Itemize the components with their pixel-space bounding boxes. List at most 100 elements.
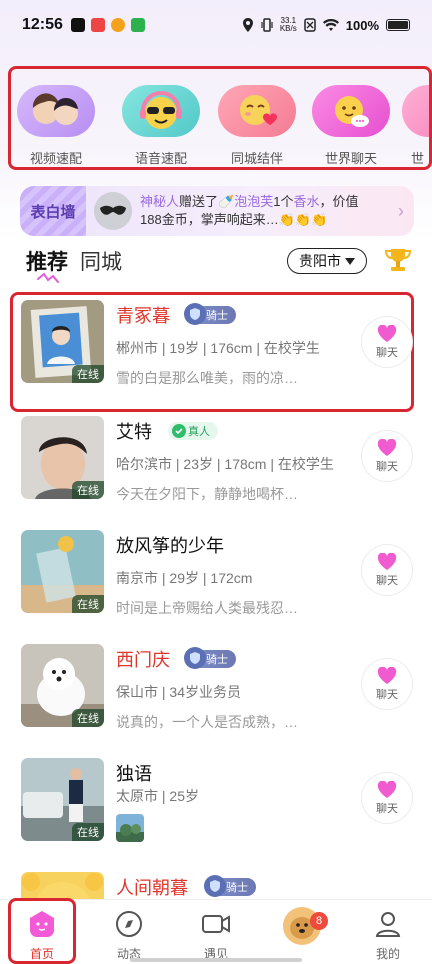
user-info: 郴州市 | 19岁 | 176cm | 在校学生 xyxy=(116,340,320,356)
speed-unit: KB/s xyxy=(279,24,297,33)
heart-icon xyxy=(377,324,397,342)
user-photo[interactable]: 在线 xyxy=(21,758,104,841)
quick-label: 语音速配 xyxy=(134,151,187,166)
tab-local[interactable]: 同城 xyxy=(80,246,122,276)
user-signature: 说真的，一个人是否成熟，… xyxy=(116,714,298,730)
knight-badge: 骑士 xyxy=(184,303,236,325)
chat-button[interactable]: 聊天 xyxy=(361,658,413,710)
home-indicator[interactable] xyxy=(130,958,302,962)
knight-icon xyxy=(204,875,226,897)
nav-home-highlight xyxy=(8,898,76,964)
online-badge: 在线 xyxy=(72,709,104,727)
user-photo[interactable]: 在线 xyxy=(21,644,104,727)
knight-badge: 骑士 xyxy=(184,647,236,669)
banner-message: 神秘人赠送了🍼泡泡芙1个香水，价值 188金币，掌声响起来…👏👏👏 xyxy=(140,193,390,229)
user-card[interactable]: 在线 独语 太原市 | 25岁 聊天 xyxy=(0,758,432,868)
nav-profile[interactable]: 我的 xyxy=(358,910,418,962)
user-photo[interactable] xyxy=(21,872,104,900)
chat-label: 聊天 xyxy=(376,688,398,701)
user-info: 保山市 | 34岁业务员 xyxy=(116,684,241,700)
notification-icons xyxy=(70,18,145,32)
quick-world-chat[interactable]: 世界聊天 xyxy=(311,85,391,167)
chat-label: 聊天 xyxy=(376,346,398,359)
quick-voice-match[interactable]: 语音速配 xyxy=(121,85,201,167)
tiktok-icon xyxy=(70,18,85,32)
confession-wall-banner[interactable]: 表白墙 神秘人赠送了🍼泡泡芙1个香水，价值 188金币，掌声响起来…👏👏👏 › xyxy=(20,186,414,236)
quick-video-match[interactable]: 视频速配 xyxy=(16,85,96,167)
user-card[interactable]: 在线 西门庆 骑士 保山市 | 34岁业务员 说真的，一个人是否成熟，… 聊天 xyxy=(0,644,432,754)
profile-icon xyxy=(375,912,401,937)
nav-match-avatar[interactable]: 8 xyxy=(272,902,332,949)
banner-text-3: ，价值 xyxy=(319,194,359,209)
user-photo[interactable]: 在线 xyxy=(21,416,104,499)
notification-count-badge: 8 xyxy=(310,912,328,930)
heart-icon xyxy=(377,552,397,570)
user-name: 西门庆 xyxy=(116,650,170,670)
nav-label: 我的 xyxy=(375,947,400,961)
heart-icon xyxy=(377,666,397,684)
status-bar: 12:56 33.1 KB/s 100% xyxy=(0,0,432,50)
user-info: 哈尔滨市 | 23岁 | 178cm | 在校学生 xyxy=(116,456,334,472)
quick-label: 世 xyxy=(411,151,425,166)
user-name: 青冢暮 xyxy=(116,306,170,326)
banner-gift-2: 香水 xyxy=(293,194,320,209)
battery-percent: 100% xyxy=(345,17,379,33)
nav-moments[interactable]: 动态 xyxy=(99,910,159,962)
verified-icon xyxy=(172,424,186,438)
badge-label: 骑士 xyxy=(206,654,228,666)
confession-wall-tag: 表白墙 xyxy=(20,186,86,236)
heart-icon xyxy=(377,438,397,456)
user-card[interactable]: 人间朝暮 骑士 xyxy=(0,872,432,900)
status-right-icons: 33.1 KB/s 100% xyxy=(242,17,410,33)
chat-button[interactable]: 聊天 xyxy=(361,544,413,596)
network-speed: 33.1 KB/s xyxy=(280,17,297,33)
gift-icon: 🍼 xyxy=(218,194,235,209)
chevron-right-icon: › xyxy=(398,200,404,221)
badge-label: 骑士 xyxy=(206,310,228,322)
quick-entries: 视频速配 语音速配 同城结伴 世界聊天 世 xyxy=(8,66,432,170)
active-tab-indicator-icon xyxy=(37,272,59,283)
city-selector[interactable]: 贵阳市 xyxy=(287,248,367,274)
banner-line-2: 188金币，掌声响起来…👏👏👏 xyxy=(140,212,328,227)
chat-button[interactable]: 聊天 xyxy=(361,316,413,368)
user-info: 太原市 | 25岁 xyxy=(116,788,199,804)
chat-label: 聊天 xyxy=(376,574,398,587)
chat-label: 聊天 xyxy=(376,460,398,473)
battery-icon xyxy=(386,19,410,31)
chevron-down-icon xyxy=(345,257,355,265)
trophy-icon[interactable] xyxy=(384,246,412,274)
user-photo-thumbnail[interactable] xyxy=(116,814,144,842)
user-name: 放风筝的少年 xyxy=(116,536,224,556)
voice-match-icon xyxy=(122,85,200,137)
user-card[interactable]: 在线 艾特 真人 哈尔滨市 | 23岁 | 178cm | 在校学生 今天在夕阳… xyxy=(0,416,432,526)
nav-meet[interactable]: 遇见 xyxy=(186,910,246,962)
mystery-avatar xyxy=(94,192,132,230)
weibo-icon xyxy=(110,18,125,32)
chat-button[interactable]: 聊天 xyxy=(361,772,413,824)
user-signature: 雪的白是那么唯美，雨的凉… xyxy=(116,370,298,386)
status-time: 12:56 xyxy=(22,16,63,33)
user-photo[interactable]: 在线 xyxy=(21,300,104,383)
banner-text-1: 赠送了 xyxy=(179,194,219,209)
user-name: 独语 xyxy=(116,764,152,784)
user-name: 艾特 xyxy=(116,422,152,442)
more-icon xyxy=(402,85,429,137)
knight-icon xyxy=(184,303,206,325)
banner-user: 神秘人 xyxy=(140,194,180,209)
verified-badge: 真人 xyxy=(168,422,218,440)
online-badge: 在线 xyxy=(72,823,104,841)
user-card[interactable]: 在线 放风筝的少年 南京市 | 29岁 | 172cm 时间是上帝赐给人类最残忍… xyxy=(0,530,432,640)
app-notification-icon xyxy=(90,18,105,32)
knight-icon xyxy=(184,647,206,669)
app-notification-icon-2 xyxy=(130,18,145,32)
chat-button[interactable]: 聊天 xyxy=(361,430,413,482)
city-selector-label: 贵阳市 xyxy=(299,253,341,269)
quick-label: 视频速配 xyxy=(29,151,82,166)
quick-more[interactable]: 世 xyxy=(401,85,429,167)
user-photo[interactable]: 在线 xyxy=(21,530,104,613)
online-badge: 在线 xyxy=(72,365,104,383)
local-companion-icon xyxy=(218,85,296,137)
quick-local-companion[interactable]: 同城结伴 xyxy=(217,85,297,167)
sim-off-icon xyxy=(304,18,316,32)
user-card[interactable]: 在线 青冢暮 骑士 郴州市 | 19岁 | 176cm | 在校学生 雪的白是那… xyxy=(0,292,432,412)
